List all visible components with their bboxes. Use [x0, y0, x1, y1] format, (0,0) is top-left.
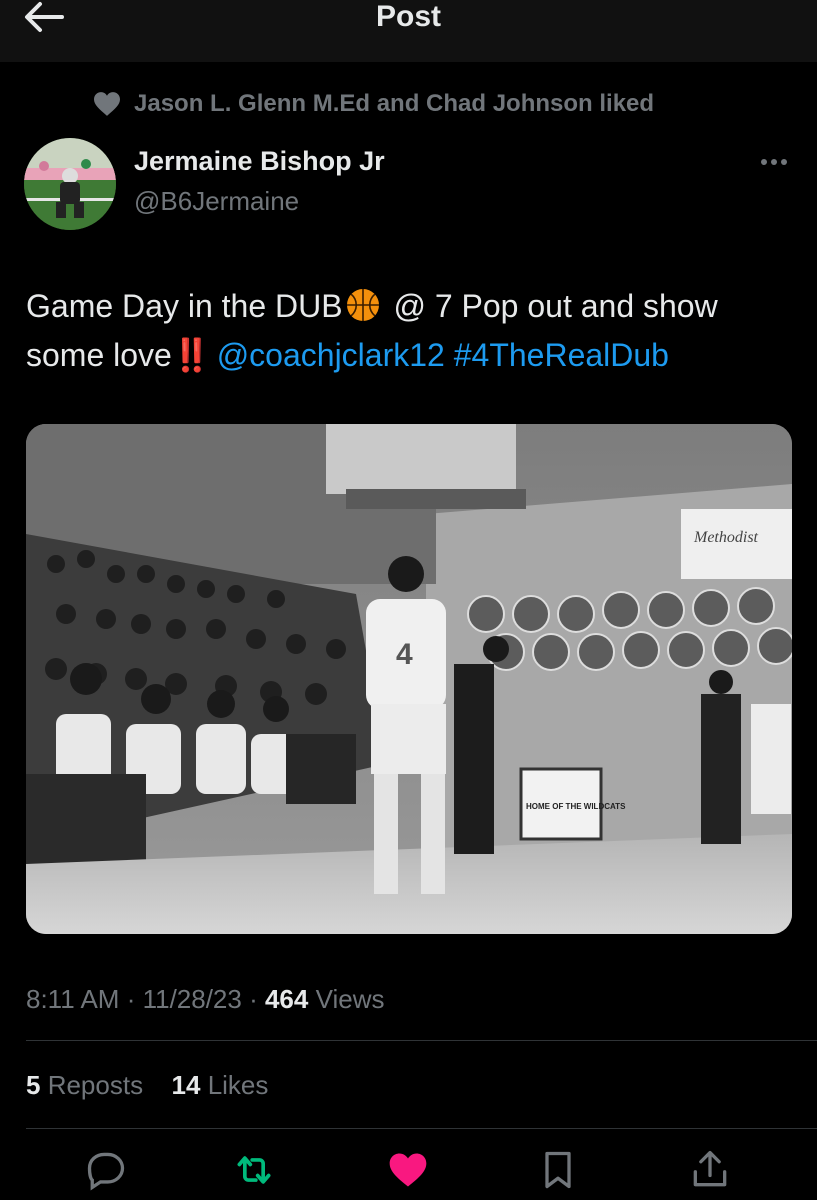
heart-icon	[94, 92, 120, 116]
like-button[interactable]	[386, 1148, 430, 1192]
views-count: 464	[264, 984, 309, 1014]
tweet-photo[interactable]: Methodist HOME OF THE WILDCATS 4	[26, 424, 792, 934]
more-dots-icon	[761, 159, 787, 165]
basketball-icon	[345, 287, 381, 323]
views-label: Views	[308, 984, 385, 1014]
social-context[interactable]: Jason L. Glenn M.Ed and Chad Johnson lik…	[92, 88, 654, 120]
bookmark-button[interactable]	[536, 1148, 580, 1192]
avatar[interactable]	[24, 138, 116, 230]
meta-separator: ·	[241, 984, 265, 1014]
avatar-image	[24, 138, 116, 230]
basketball-game-photo: Methodist HOME OF THE WILDCATS 4	[26, 424, 792, 934]
reposts-label[interactable]: Reposts	[40, 1070, 143, 1100]
author-handle[interactable]: @B6Jermaine	[134, 186, 299, 217]
tweet-meta: 8:11 AM · 11/28/23 · 464 Views	[26, 984, 384, 1015]
mention-link[interactable]: @coachjclark12	[217, 337, 445, 373]
author-name[interactable]: Jermaine Bishop Jr	[134, 146, 385, 177]
page-title: Post	[375, 0, 441, 33]
tweet-time[interactable]: 8:11 AM	[26, 984, 119, 1014]
top-bar: Post	[0, 0, 817, 62]
likes-count[interactable]: 14	[172, 1070, 201, 1100]
likes-label[interactable]: Likes	[200, 1070, 269, 1100]
tweet-date[interactable]: 11/28/23	[143, 984, 242, 1014]
reposts-count[interactable]: 5	[26, 1070, 40, 1100]
heart-filled-icon	[389, 1153, 427, 1187]
reply-icon	[87, 1152, 125, 1191]
share-icon	[693, 1150, 727, 1187]
hashtag-link[interactable]: #4TheRealDub	[454, 337, 669, 373]
action-bar	[0, 1148, 817, 1196]
double-exclamation-icon: ‼️	[171, 337, 212, 373]
meta-separator: ·	[119, 984, 143, 1014]
sponsor-sign: Methodist	[693, 529, 759, 546]
reply-button[interactable]	[84, 1148, 128, 1192]
repost-button[interactable]	[232, 1148, 276, 1192]
share-button[interactable]	[688, 1148, 732, 1192]
divider	[26, 1128, 817, 1129]
divider	[26, 1040, 817, 1041]
banner-sign: HOME OF THE WILDCATS	[526, 802, 626, 811]
engagement-stats: 5 Reposts 14 Likes	[26, 1070, 268, 1101]
repost-icon	[237, 1156, 271, 1184]
tweet-text: Game Day in the DUB @ 7 Pop out and show…	[26, 282, 796, 380]
tweet-text-part1: Game Day in the DUB	[26, 288, 343, 324]
more-options-button[interactable]	[756, 152, 792, 172]
bookmark-icon	[545, 1151, 571, 1189]
jersey-number: 4	[396, 638, 413, 671]
social-context-text: Jason L. Glenn M.Ed and Chad Johnson lik…	[134, 90, 655, 117]
